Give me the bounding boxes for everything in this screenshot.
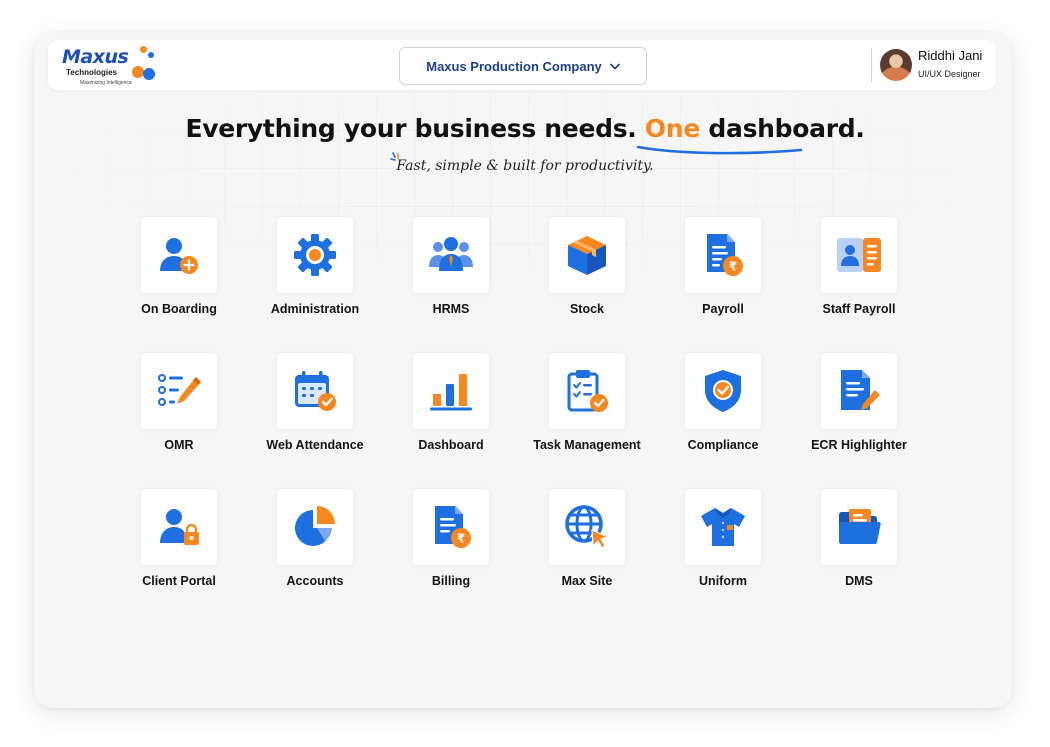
user-add-icon — [160, 238, 198, 274]
app-tile[interactable] — [821, 217, 897, 293]
app-tile[interactable] — [277, 217, 353, 293]
app-on-boarding[interactable]: On Boarding — [111, 217, 247, 337]
app-label: Max Site — [561, 574, 613, 588]
app-label: Dashboard — [418, 438, 484, 452]
app-tile[interactable] — [141, 353, 217, 429]
app-label: Staff Payroll — [822, 302, 896, 316]
shield-check-icon — [705, 370, 741, 412]
app-dms[interactable]: DMS — [791, 489, 927, 609]
app-accounts[interactable]: Accounts — [247, 489, 383, 609]
app-max-site[interactable]: Max Site — [519, 489, 655, 609]
app-label: Stock — [569, 302, 605, 316]
app-tile[interactable] — [685, 489, 761, 565]
payroll-document-icon: ₹ — [707, 234, 743, 276]
app-billing[interactable]: ₹ Billing — [383, 489, 519, 609]
svg-text:₹: ₹ — [729, 260, 737, 274]
svg-text:₹: ₹ — [457, 532, 465, 546]
app-tile[interactable] — [277, 353, 353, 429]
shirt-icon — [701, 508, 745, 546]
folder-icon — [839, 509, 881, 544]
app-administration[interactable]: Administration — [247, 217, 383, 337]
id-card-icon — [837, 238, 881, 272]
clipboard-check-icon — [567, 370, 608, 412]
app-tile[interactable] — [141, 489, 217, 565]
app-tile[interactable] — [413, 353, 489, 429]
app-task-management[interactable]: Task Management — [519, 353, 655, 473]
app-tile[interactable] — [821, 353, 897, 429]
app-stock[interactable]: Stock — [519, 217, 655, 337]
user-lock-icon — [160, 509, 199, 545]
app-label: Task Management — [533, 438, 641, 452]
app-staff-payroll[interactable]: Staff Payroll — [791, 217, 927, 337]
app-tile[interactable]: ₹ — [685, 217, 761, 293]
app-tile[interactable] — [685, 353, 761, 429]
calendar-check-icon — [295, 371, 336, 411]
team-icon — [429, 237, 473, 271]
document-edit-icon — [841, 370, 880, 410]
apps-grid: On Boarding Administration HRMS Stock ₹ … — [0, 0, 1050, 747]
app-label: On Boarding — [141, 302, 217, 316]
app-payroll[interactable]: ₹ Payroll — [655, 217, 791, 337]
app-uniform[interactable]: Uniform — [655, 489, 791, 609]
app-label: Uniform — [699, 574, 747, 588]
app-tile[interactable] — [549, 353, 625, 429]
app-tile[interactable] — [549, 217, 625, 293]
bill-document-icon: ₹ — [435, 506, 471, 548]
app-tile[interactable] — [821, 489, 897, 565]
app-ecr-highlighter[interactable]: ECR Highlighter — [791, 353, 927, 473]
bar-chart-icon — [430, 374, 472, 411]
gear-icon — [294, 234, 336, 276]
app-omr[interactable]: OMR — [111, 353, 247, 473]
app-dashboard[interactable]: Dashboard — [383, 353, 519, 473]
app-label: Billing — [431, 574, 471, 588]
app-label: Payroll — [702, 302, 744, 316]
box-icon — [568, 236, 606, 275]
app-tile[interactable] — [141, 217, 217, 293]
app-web-attendance[interactable]: Web Attendance — [247, 353, 383, 473]
pie-chart-icon — [295, 506, 335, 546]
globe-cursor-icon — [565, 505, 609, 549]
app-compliance[interactable]: Compliance — [655, 353, 791, 473]
app-tile[interactable] — [277, 489, 353, 565]
app-label: ECR Highlighter — [811, 438, 907, 452]
app-label: Web Attendance — [266, 438, 364, 452]
app-label: HRMS — [432, 302, 470, 316]
app-tile[interactable] — [549, 489, 625, 565]
app-label: Accounts — [286, 574, 344, 588]
app-label: DMS — [845, 574, 873, 588]
app-client-portal[interactable]: Client Portal — [111, 489, 247, 609]
app-label: Compliance — [687, 438, 759, 452]
app-label: Client Portal — [142, 574, 216, 588]
checklist-pencil-icon — [158, 374, 201, 406]
app-hrms[interactable]: HRMS — [383, 217, 519, 337]
app-label: Administration — [270, 302, 360, 316]
app-label: OMR — [164, 438, 194, 452]
app-tile[interactable] — [413, 217, 489, 293]
app-tile[interactable]: ₹ — [413, 489, 489, 565]
